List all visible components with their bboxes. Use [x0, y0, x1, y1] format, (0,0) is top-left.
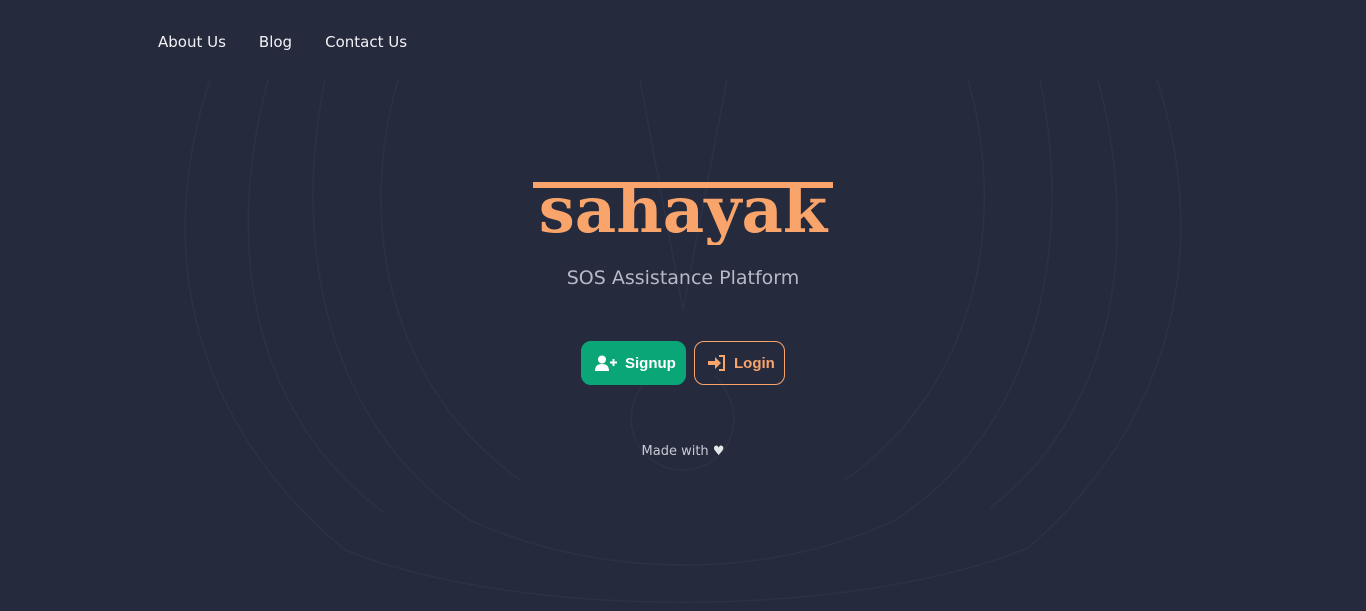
- sign-in-icon: [708, 355, 725, 371]
- signup-button[interactable]: Signup: [581, 341, 686, 385]
- nav-about-us[interactable]: About Us: [158, 32, 226, 52]
- tagline: SOS Assistance Platform: [566, 267, 800, 289]
- made-with-text: Made with ♥: [0, 443, 1366, 461]
- auth-actions: Signup Login: [0, 341, 1366, 385]
- nav-contact-us[interactable]: Contact Us: [325, 32, 407, 52]
- hero-section: sahayak SOS Assistance Platform Signup L…: [0, 150, 1366, 461]
- nav-blog[interactable]: Blog: [259, 32, 292, 52]
- heart-icon: ♥: [712, 444, 725, 459]
- sahayak-logo: sahayak: [533, 173, 833, 245]
- landing-page: About Us Blog Contact Us sahayak SOS Ass…: [0, 0, 1366, 611]
- signup-label: Signup: [625, 354, 676, 372]
- logo-text: sahayak: [539, 173, 829, 245]
- top-nav: About Us Blog Contact Us: [158, 32, 407, 52]
- login-button[interactable]: Login: [694, 341, 785, 385]
- login-label: Login: [734, 354, 775, 372]
- made-with-label: Made with: [641, 444, 709, 459]
- user-plus-icon: [595, 355, 617, 371]
